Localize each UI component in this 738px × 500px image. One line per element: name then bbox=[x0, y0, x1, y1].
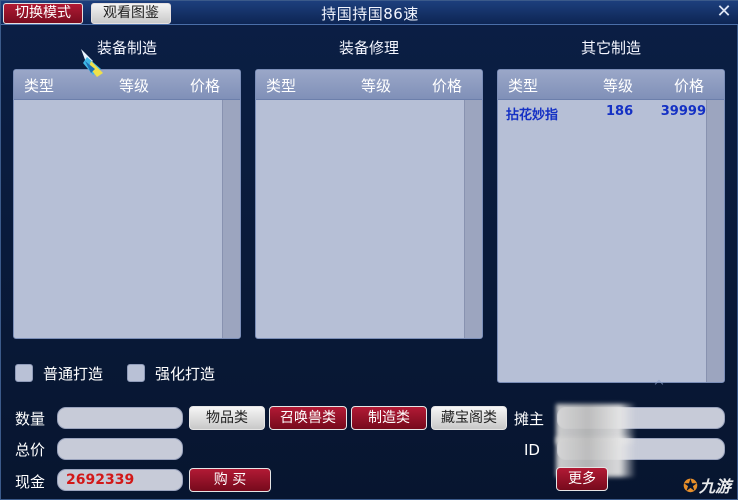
other-craft-title: 其它制造 bbox=[580, 39, 641, 57]
equipment-repair-title: 装备修理 bbox=[338, 39, 399, 57]
craft-shop-window: 切换模式 观看图鉴 持国持国86速 ✕ 装备制造 类型 等级 价格 装备修理 类… bbox=[0, 0, 738, 500]
list-header: 类型 等级 价格 bbox=[498, 70, 724, 100]
header-type: 类型 bbox=[266, 77, 297, 95]
header-type: 类型 bbox=[24, 77, 55, 95]
total-price-field bbox=[57, 438, 183, 460]
summon-category-button[interactable]: 召唤兽类 bbox=[269, 406, 347, 430]
equipment-craft-list[interactable]: 类型 等级 价格 bbox=[13, 69, 241, 339]
cash-label: 现金 bbox=[15, 473, 46, 491]
header-level: 等级 bbox=[603, 77, 634, 95]
buy-button[interactable]: 购 买 bbox=[189, 468, 271, 492]
equipment-repair-list[interactable]: 类型 等级 价格 bbox=[255, 69, 483, 339]
close-icon[interactable]: ✕ bbox=[715, 3, 733, 21]
id-label: ID bbox=[524, 441, 540, 459]
items-category-button[interactable]: 物品类 bbox=[189, 406, 265, 430]
table-row[interactable]: 拈花妙指 186 39999 bbox=[498, 102, 708, 124]
normal-craft-checkbox[interactable] bbox=[15, 364, 33, 382]
header-type: 类型 bbox=[508, 77, 539, 95]
title-bar: 切换模式 观看图鉴 持国持国86速 ✕ bbox=[1, 1, 738, 25]
list-header: 类型 等级 价格 bbox=[256, 70, 482, 100]
header-level: 等级 bbox=[119, 77, 150, 95]
enhanced-craft-checkbox[interactable] bbox=[127, 364, 145, 382]
scrollbar[interactable] bbox=[222, 100, 240, 338]
item-level: 186 bbox=[606, 104, 634, 119]
enhanced-craft-label: 强化打造 bbox=[155, 365, 216, 383]
stall-owner-label: 摊主 bbox=[514, 410, 545, 428]
craft-category-button[interactable]: 制造类 bbox=[351, 406, 427, 430]
header-level: 等级 bbox=[361, 77, 392, 95]
more-button[interactable]: 更多 bbox=[556, 467, 608, 491]
item-price: 39999 bbox=[660, 104, 706, 119]
other-craft-list[interactable]: 类型 等级 价格 拈花妙指 186 39999 bbox=[497, 69, 725, 383]
quantity-label: 数量 bbox=[15, 410, 46, 428]
normal-craft-label: 普通打造 bbox=[43, 365, 104, 383]
crystal-cursor-icon bbox=[81, 49, 103, 77]
scrollbar[interactable] bbox=[706, 100, 724, 382]
treasure-category-button[interactable]: 藏宝阁类 bbox=[431, 406, 507, 430]
header-price: 价格 bbox=[431, 77, 462, 95]
header-price: 价格 bbox=[189, 77, 220, 95]
item-name: 拈花妙指 bbox=[506, 108, 559, 123]
window-title: 持国持国86速 bbox=[321, 5, 419, 23]
scrollbar[interactable] bbox=[464, 100, 482, 338]
header-price: 价格 bbox=[673, 77, 704, 95]
site-watermark-logo: ✪九游 bbox=[682, 476, 731, 497]
list-header: 类型 等级 价格 bbox=[14, 70, 240, 100]
quantity-input[interactable] bbox=[57, 407, 183, 429]
equipment-craft-title: 装备制造 bbox=[96, 39, 157, 57]
cash-field: 2692339 bbox=[57, 469, 183, 491]
total-price-label: 总价 bbox=[15, 441, 46, 459]
